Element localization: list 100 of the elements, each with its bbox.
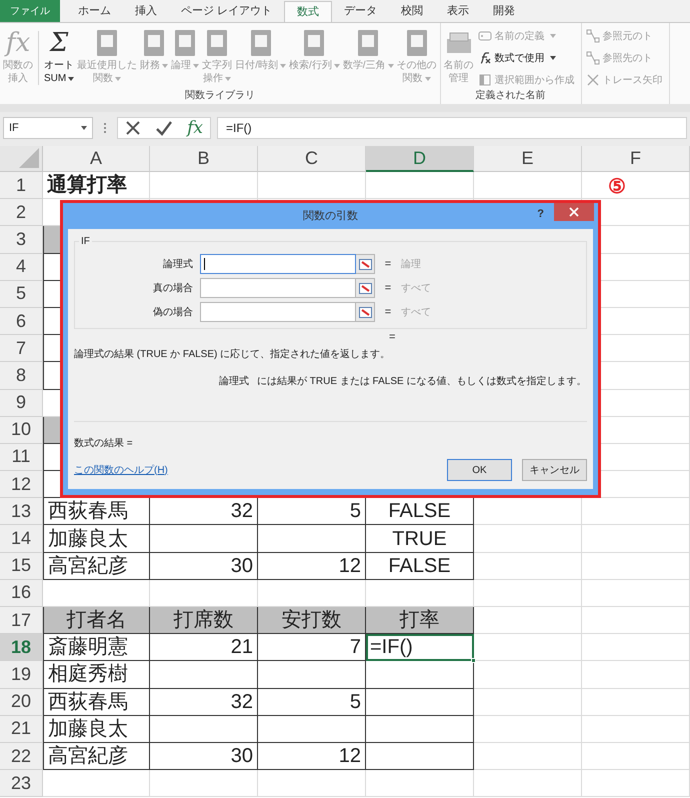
row-header[interactable]: 3 <box>0 226 43 254</box>
row-header[interactable]: 7 <box>0 335 43 362</box>
column-header[interactable]: C <box>258 146 366 172</box>
group-label: 関数ライブラリ <box>184 89 256 103</box>
row-header[interactable]: 9 <box>0 390 43 417</box>
caret-icon <box>550 56 556 60</box>
range-select-icon <box>358 282 372 294</box>
table-cell: 加藤良太 <box>43 716 150 743</box>
help-link[interactable]: この関数のヘルプ(H) <box>74 462 168 478</box>
argument-field[interactable] <box>200 278 356 298</box>
book-icon <box>96 29 118 57</box>
dialog-title: 関数の引数 <box>303 208 358 224</box>
function-icon: Σ <box>50 28 68 58</box>
group-label: 定義された名前 <box>474 89 547 103</box>
book-icon <box>250 29 272 57</box>
table-cell: 30 <box>150 552 258 580</box>
formula-result: 数式の結果 = <box>74 436 134 451</box>
insert-function-button[interactable]: fx <box>187 119 203 137</box>
cancel-icon[interactable] <box>125 120 142 136</box>
caret-icon <box>388 64 394 68</box>
caret-icon <box>225 76 232 80</box>
header-cell: 打者名 <box>43 607 150 634</box>
equals-sign: = <box>389 331 396 343</box>
row-header[interactable]: 14 <box>0 525 43 553</box>
column-header[interactable]: E <box>474 146 582 172</box>
row-header[interactable]: 15 <box>0 552 43 580</box>
table-cell: 12 <box>258 742 366 770</box>
table-cell: 加藤良太 <box>43 525 150 553</box>
ribbon-tab[interactable]: ホーム <box>66 1 123 22</box>
row-header[interactable]: 21 <box>0 716 43 743</box>
close-button[interactable] <box>554 203 594 221</box>
dialog-button[interactable]: キャンセル <box>522 459 587 481</box>
table-cell: 7 <box>258 634 366 662</box>
column-header[interactable]: D <box>366 146 474 172</box>
trace-icon <box>586 29 600 43</box>
grip-icon <box>103 122 107 134</box>
table-cell: 高宮紀彦 <box>43 552 150 580</box>
row-header[interactable]: 4 <box>0 254 43 281</box>
close-icon <box>569 207 579 217</box>
caret-icon <box>115 76 122 80</box>
check-icon[interactable] <box>155 120 174 136</box>
argument-name: 論理式 <box>219 374 249 389</box>
trace-icon <box>586 51 600 65</box>
row-header[interactable]: 8 <box>0 362 43 390</box>
ribbon-tab[interactable]: ファイル <box>0 0 60 22</box>
sheet-title: 通算打率 <box>43 172 150 200</box>
range-icon <box>478 73 492 87</box>
caret-icon <box>334 64 340 68</box>
row-header[interactable]: 16 <box>0 580 43 607</box>
column-header[interactable]: A <box>43 146 150 172</box>
row-header[interactable]: 11 <box>0 444 43 472</box>
argument-label: 論理式 <box>162 258 194 272</box>
collapse-button[interactable] <box>356 254 375 274</box>
table-cell: 30 <box>150 742 258 770</box>
row-header[interactable]: 23 <box>0 770 43 798</box>
table-cell: 西荻春馬 <box>43 688 150 716</box>
dialog-button[interactable]: OK <box>447 459 512 481</box>
collapse-button[interactable] <box>356 302 375 322</box>
ribbon-tab[interactable]: ページ レイアウト <box>169 1 284 22</box>
argument-field[interactable] <box>200 302 356 322</box>
tag-icon <box>478 29 492 43</box>
fill-handle[interactable] <box>471 658 476 664</box>
row-header[interactable]: 19 <box>0 661 43 689</box>
caret-icon <box>68 76 74 80</box>
argument-label: 真の場合 <box>152 282 194 296</box>
row-header[interactable]: 6 <box>0 308 43 336</box>
ribbon-tab[interactable]: 数式 <box>284 1 332 22</box>
argument-hint: すべて <box>401 306 431 320</box>
row-header[interactable]: 12 <box>0 471 43 498</box>
name-box[interactable]: IF <box>3 117 93 139</box>
ribbon-tab[interactable]: 表示 <box>435 1 482 22</box>
row-header[interactable]: 22 <box>0 742 43 770</box>
ribbon-button[interactable]: Σ オート SUM <box>43 27 76 89</box>
ribbon-tab[interactable]: 挿入 <box>123 1 169 22</box>
row-header[interactable]: 13 <box>0 498 43 526</box>
argument-field[interactable] <box>200 254 356 274</box>
ribbon-button[interactable]: 数式で使用 <box>478 50 575 66</box>
ribbon-tab[interactable]: 校閲 <box>389 1 436 22</box>
function-icon: fx <box>6 28 30 58</box>
column-header[interactable]: B <box>150 146 258 172</box>
table-cell: 相庭秀樹 <box>43 661 150 689</box>
table-cell: FALSE <box>366 552 474 580</box>
collapse-button[interactable] <box>356 278 375 298</box>
argument-hint: 論理 <box>401 258 421 272</box>
ribbon-tab[interactable]: データ <box>332 1 390 22</box>
header-cell: 打率 <box>366 607 474 634</box>
help-button[interactable]: ? <box>537 206 544 222</box>
row-header[interactable]: 1 <box>0 172 43 200</box>
ribbon-tab[interactable]: 開発 <box>481 1 528 22</box>
argument-hint: すべて <box>401 282 431 296</box>
row-header[interactable]: 5 <box>0 280 43 308</box>
row-header[interactable]: 18 <box>0 634 43 662</box>
column-header[interactable]: F <box>582 146 690 172</box>
row-header[interactable]: 20 <box>0 688 43 716</box>
table-cell: 高宮紀彦 <box>43 742 150 770</box>
row-header[interactable]: 10 <box>0 416 43 444</box>
table-cell: 32 <box>150 688 258 716</box>
row-header[interactable]: 2 <box>0 199 43 226</box>
row-header[interactable]: 17 <box>0 607 43 634</box>
formula-input[interactable]: =IF() <box>217 117 687 139</box>
